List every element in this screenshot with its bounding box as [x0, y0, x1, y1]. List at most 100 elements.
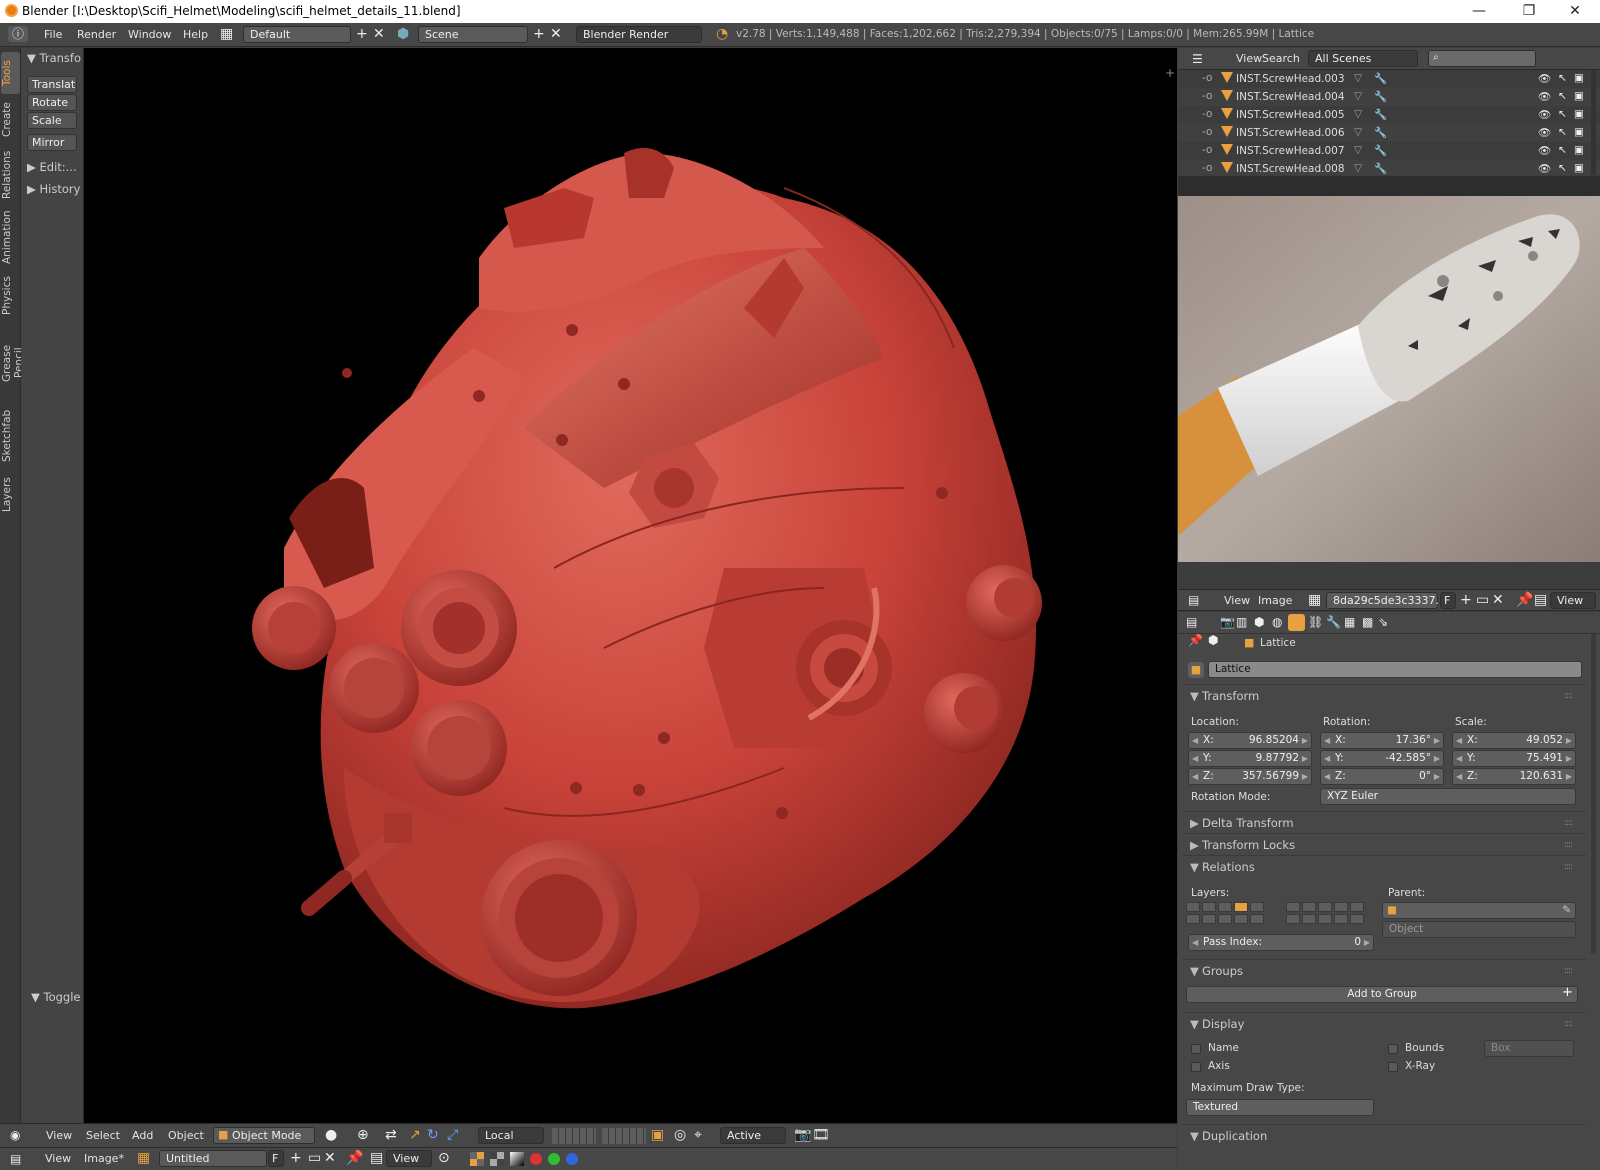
drag-grip-icon[interactable]: ::::: [1564, 856, 1573, 878]
outliner-row[interactable]: -o INST.ScrewHead.005 ▽ 🔧 👁 ↖ ▣: [1178, 106, 1600, 124]
layer-toggle[interactable]: [1350, 914, 1364, 924]
rotate-manipulator-icon[interactable]: ↻: [427, 1127, 439, 1143]
scene-icon[interactable]: ⬢: [397, 26, 409, 42]
tab-layers[interactable]: Layers: [1, 470, 20, 520]
render-tab-icon[interactable]: 📷: [1220, 614, 1235, 630]
lattice-data-icon[interactable]: ▽: [1354, 90, 1362, 102]
layer-toggle[interactable]: [1334, 914, 1348, 924]
add-group-plus-icon[interactable]: +: [1562, 985, 1573, 1000]
menu-file[interactable]: File: [44, 28, 62, 41]
minimize-button[interactable]: —: [1456, 0, 1502, 23]
view-mode-icon[interactable]: ▤: [370, 1150, 383, 1166]
menu-add[interactable]: Add: [132, 1129, 153, 1142]
visibility-eye-icon[interactable]: 👁: [1538, 144, 1551, 157]
outliner-search-input[interactable]: ⌕: [1428, 50, 1536, 67]
mode-dropdown[interactable]: ■ Object Mode: [213, 1127, 315, 1144]
layer-buttons-a[interactable]: [552, 1128, 596, 1144]
outliner-row[interactable]: -o INST.ScrewHead.008 ▽ 🔧 👁 ↖ ▣: [1178, 160, 1600, 175]
image-editor-type-icon[interactable]: ▤: [10, 1151, 21, 1167]
screen-layout-icon[interactable]: ▦: [220, 26, 233, 42]
increment-arrow-icon[interactable]: ▶: [1364, 935, 1370, 950]
image-name-field[interactable]: Untitled: [159, 1150, 267, 1167]
menu-window[interactable]: Window: [128, 28, 171, 41]
snap-icon[interactable]: ⌖: [694, 1127, 702, 1143]
rotation-z-field[interactable]: ◀ Z: 0° ▶: [1320, 768, 1444, 785]
render-layers-tab-icon[interactable]: ▥: [1236, 614, 1247, 630]
tab-animation[interactable]: Animation: [1, 206, 20, 268]
translate-manipulator-icon[interactable]: ↗: [409, 1127, 421, 1143]
screen-layout-field[interactable]: Default: [243, 26, 351, 43]
remove-scene-icon[interactable]: ✕: [550, 26, 562, 42]
outliner-type-icon[interactable]: ☰: [1192, 51, 1203, 67]
image-view-fake-user[interactable]: F: [1440, 592, 1456, 609]
outliner-display-mode[interactable]: All Scenes: [1308, 50, 1418, 67]
menu-render[interactable]: Render: [77, 28, 116, 41]
pivot-point-icon[interactable]: ⊕: [357, 1127, 369, 1143]
visibility-eye-icon[interactable]: 👁: [1538, 108, 1551, 121]
decrement-arrow-icon[interactable]: ◀: [1192, 733, 1198, 748]
layer-toggle[interactable]: [1234, 902, 1248, 912]
rotation-y-field[interactable]: ◀ Y: -42.585° ▶: [1320, 750, 1444, 767]
image-view-menu-image[interactable]: Image: [1258, 594, 1292, 607]
layer-toggle[interactable]: [1218, 902, 1232, 912]
layer-buttons-b[interactable]: [602, 1128, 646, 1144]
constraints-tab-icon[interactable]: ⛓: [1308, 614, 1323, 630]
scene-tab-icon[interactable]: ⬢: [1254, 614, 1264, 630]
increment-arrow-icon[interactable]: ▶: [1302, 769, 1308, 784]
display-axis-checkbox[interactable]: [1191, 1062, 1201, 1072]
max-draw-type-dropdown[interactable]: Textured: [1186, 1099, 1374, 1116]
properties-scrollbar[interactable]: [1591, 634, 1596, 954]
3d-viewport[interactable]: +: [84, 48, 1177, 1123]
opengl-anim-icon[interactable]: 🎞: [812, 1127, 830, 1143]
eyedropper-icon[interactable]: ✎: [1562, 903, 1571, 918]
relations-section-header[interactable]: ▼ Relations::::: [1182, 855, 1586, 877]
drag-grip-icon[interactable]: ::::: [1564, 960, 1573, 982]
add-scene-icon[interactable]: +: [533, 26, 545, 42]
renderability-camera-icon[interactable]: ▣: [1574, 162, 1584, 174]
outliner-row[interactable]: -o INST.ScrewHead.004 ▽ 🔧 👁 ↖ ▣: [1178, 88, 1600, 106]
decrement-arrow-icon[interactable]: ◀: [1192, 935, 1198, 950]
lock-camera-icon[interactable]: ▣: [651, 1127, 664, 1143]
increment-arrow-icon[interactable]: ▶: [1302, 751, 1308, 766]
selectability-cursor-icon[interactable]: ↖: [1558, 90, 1567, 102]
outliner-row[interactable]: -o INST.ScrewHead.007 ▽ 🔧 👁 ↖ ▣: [1178, 142, 1600, 160]
duplication-section-header[interactable]: ▼ Duplication: [1182, 1124, 1586, 1146]
modifier-wrench-icon[interactable]: 🔧: [1374, 162, 1387, 175]
decrement-arrow-icon[interactable]: ◀: [1456, 769, 1462, 784]
rotation-mode-dropdown[interactable]: XYZ Euler: [1320, 788, 1576, 805]
selectability-cursor-icon[interactable]: ↖: [1558, 126, 1567, 138]
object-name-field[interactable]: Lattice: [1208, 661, 1582, 678]
display-xray-checkbox[interactable]: [1388, 1062, 1398, 1072]
drag-grip-icon[interactable]: ::::: [1564, 834, 1573, 856]
lattice-data-icon[interactable]: ▽: [1354, 162, 1362, 174]
image-editor-canvas[interactable]: +: [1178, 176, 1600, 562]
green-channel-icon[interactable]: [548, 1153, 560, 1165]
renderability-camera-icon[interactable]: ▣: [1574, 90, 1584, 102]
layer-toggle[interactable]: [1318, 914, 1332, 924]
info-editor-icon[interactable]: ⓘ: [8, 26, 29, 42]
decrement-arrow-icon[interactable]: ◀: [1324, 769, 1330, 784]
draw-channels-icon[interactable]: [470, 1152, 484, 1166]
layer-toggle[interactable]: [1350, 902, 1364, 912]
drag-grip-icon[interactable]: ::::: [1564, 812, 1573, 834]
layer-toggle[interactable]: [1286, 902, 1300, 912]
browse-image-icon[interactable]: ▦: [137, 1150, 150, 1166]
layer-toggle[interactable]: [1202, 914, 1216, 924]
selectability-cursor-icon[interactable]: ↖: [1558, 72, 1567, 84]
layer-toggle[interactable]: [1250, 902, 1264, 912]
selectability-cursor-icon[interactable]: ↖: [1558, 108, 1567, 120]
rotation-x-field[interactable]: ◀ X: 17.36° ▶: [1320, 732, 1444, 749]
add-to-group-button[interactable]: Add to Group: [1186, 986, 1578, 1003]
renderability-camera-icon[interactable]: ▣: [1574, 144, 1584, 156]
outliner-menu-view[interactable]: View: [1236, 52, 1262, 65]
image-view-mode-dropdown[interactable]: View: [1550, 592, 1596, 609]
fake-user-button[interactable]: F: [268, 1150, 284, 1167]
decrement-arrow-icon[interactable]: ◀: [1324, 751, 1330, 766]
decrement-arrow-icon[interactable]: ◀: [1192, 751, 1198, 766]
unlink-image-icon[interactable]: ✕: [324, 1150, 336, 1166]
layer-toggle[interactable]: [1250, 914, 1264, 924]
pivot-icon[interactable]: ⊙: [438, 1150, 450, 1166]
increment-arrow-icon[interactable]: ▶: [1434, 751, 1440, 766]
manipulator-icon[interactable]: ⇄: [385, 1127, 397, 1143]
image-view-new-icon[interactable]: +: [1460, 592, 1472, 608]
